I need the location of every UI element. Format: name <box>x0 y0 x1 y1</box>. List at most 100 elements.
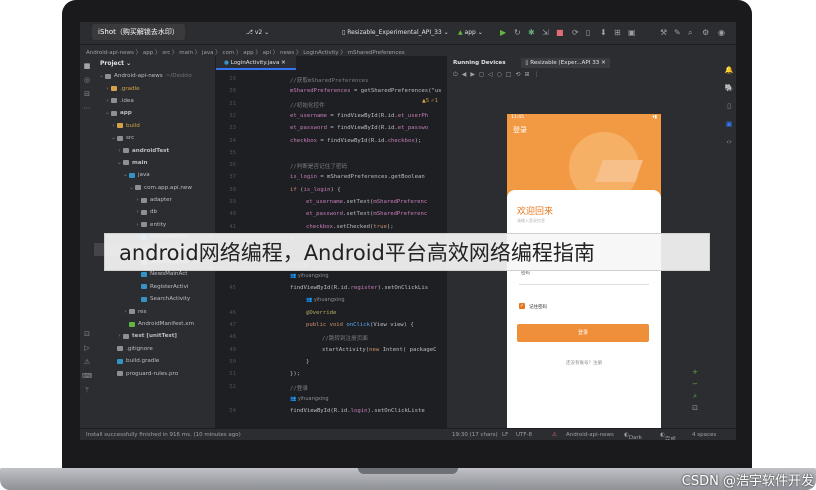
debug-icon[interactable]: ✱ <box>528 28 535 37</box>
remember-checkbox[interactable]: ✓ <box>519 303 525 309</box>
tree-twisty-icon[interactable]: › <box>110 123 117 129</box>
code-line[interactable]: 40 et_password.setText(mSharedPreferenc <box>216 211 446 223</box>
code-line[interactable]: 49 startActivity(new Intent( packageC <box>216 347 446 359</box>
line-number[interactable]: 30 <box>222 88 236 94</box>
line-number[interactable]: 51 <box>222 371 236 377</box>
code-tool-icon[interactable]: ‹› <box>722 138 736 146</box>
line-number[interactable]: 52 <box>222 384 236 390</box>
tree-item[interactable]: SearchActivity <box>94 293 215 305</box>
tree-twisty-icon[interactable]: › <box>134 222 141 228</box>
code-line[interactable]: 32 et_username = findViewById(R.id.et_use… <box>216 113 446 125</box>
logcat-icon[interactable]: ▣ <box>628 28 636 37</box>
build-icon[interactable]: ⚒ <box>660 28 667 37</box>
code-line[interactable]: 48 //跳转到注册页面 <box>216 334 446 346</box>
commit-tool-icon[interactable]: ◎ <box>80 76 94 84</box>
zoom-actual-icon[interactable]: ⌕ <box>692 390 698 402</box>
line-number[interactable]: 36 <box>222 162 236 168</box>
settings-icon[interactable]: ⚙ <box>702 28 709 37</box>
tree-item[interactable]: ⌄ java <box>94 169 215 181</box>
indent-setting[interactable]: 4 spaces <box>692 432 716 438</box>
tree-item[interactable]: proguard-rules.pro <box>94 367 215 379</box>
stop-icon[interactable]: ■ <box>556 28 564 37</box>
code-line[interactable]: 45 findViewById(R.id.register).setOnClick… <box>216 285 446 297</box>
line-number[interactable]: 50 <box>222 359 236 365</box>
tree-twisty-icon[interactable]: › <box>104 86 111 92</box>
vcs-branch[interactable]: ⎇ v2 ⌄ <box>246 29 269 36</box>
code-line[interactable]: 35 <box>216 150 446 162</box>
tree-item[interactable]: › db <box>94 206 215 218</box>
tree-twisty-icon[interactable]: › <box>134 209 141 215</box>
zoom-fit-icon[interactable]: ⊡ <box>692 402 698 414</box>
structure-tool-icon[interactable]: ⊟ <box>80 90 94 98</box>
run-icon[interactable]: ▶ <box>500 28 506 37</box>
tree-twisty-icon[interactable]: ⌄ <box>104 110 111 116</box>
more-tools-icon[interactable]: ⋯ <box>80 104 94 112</box>
tree-twisty-icon[interactable]: ⌄ <box>98 73 105 79</box>
rerun-icon[interactable]: ↻ <box>514 28 521 37</box>
editor-tab[interactable]: ● LoginActivity.java ✕ <box>216 56 296 70</box>
tree-item[interactable]: RegisterActivi <box>94 281 215 293</box>
device-selector[interactable]: ▯ Resizable_Experimental_API_33 ⌄ <box>342 29 449 36</box>
tree-item[interactable]: build.gradle <box>94 355 215 367</box>
tree-twisty-icon[interactable]: › <box>116 333 123 339</box>
device-explorer-icon[interactable]: ▯ <box>722 102 736 110</box>
code-line[interactable]: 38 if (is_login) { <box>216 187 446 199</box>
resource-manager-icon[interactable]: ⊡ <box>80 330 94 338</box>
code-line[interactable]: 51}); <box>216 371 446 383</box>
code-line[interactable]: 39 et_username.setText(mSharedPreferenc <box>216 199 446 211</box>
tools-icon[interactable]: ✎ <box>674 28 681 37</box>
tree-item[interactable]: › res <box>94 305 215 317</box>
tree-item[interactable]: › entity <box>94 219 215 231</box>
zoom-out-icon[interactable]: − <box>692 378 698 390</box>
project-panel-header[interactable]: Project ⌄ <box>94 56 215 70</box>
run-config-selector[interactable]: ▲ app ⌄ <box>458 29 483 36</box>
tree-item[interactable]: .gitignore <box>94 343 215 355</box>
running-devices-icon[interactable]: ▣ <box>722 120 736 128</box>
tree-item[interactable]: ⌄ main <box>94 157 215 169</box>
tree-item[interactable]: AndroidManifest.xm <box>94 318 215 330</box>
line-number[interactable]: 29 <box>222 76 236 82</box>
tree-twisty-icon[interactable]: ⌄ <box>110 135 117 141</box>
sdk-manager-icon[interactable]: ⬇ <box>600 28 607 37</box>
tree-item[interactable]: › androidTest <box>94 144 215 156</box>
code-line[interactable]: 30 mSharedPreferences = getSharedPreferen… <box>216 88 446 100</box>
tree-item[interactable]: ⌄ app <box>94 107 215 119</box>
tree-twisty-icon[interactable]: › <box>104 98 111 104</box>
tree-twisty-icon[interactable]: ⌄ <box>116 160 123 166</box>
line-number[interactable]: 45 <box>222 285 236 291</box>
code-line[interactable]: 52 //登录 <box>216 384 446 396</box>
code-line[interactable]: 31 //初始化控件 <box>216 101 446 113</box>
line-number[interactable]: 34 <box>222 138 236 144</box>
code-line[interactable]: 50} <box>216 359 446 371</box>
line-number[interactable]: 48 <box>222 334 236 340</box>
code-line[interactable]: 33 et_password = findViewById(R.id.et_pas… <box>216 125 446 137</box>
tree-item[interactable]: › build <box>94 120 215 132</box>
search-icon[interactable]: ⌕ <box>688 28 692 38</box>
device-tab[interactable]: ▯ Resizable (Exper...API 33 ✕ <box>521 58 610 68</box>
ime-indicator[interactable]: ◐ 完成 <box>660 432 676 440</box>
line-number[interactable]: 32 <box>222 113 236 119</box>
register-link[interactable]: 还没有账号？注册 <box>507 360 661 366</box>
tree-twisty-icon[interactable]: ⌄ <box>122 172 129 178</box>
line-number[interactable]: 54 <box>222 408 236 414</box>
line-number[interactable]: 37 <box>222 174 236 180</box>
git-tool-icon[interactable]: ᛘ <box>80 386 94 394</box>
code-line[interactable]: 👥 yihuangxing <box>216 396 446 408</box>
status-message[interactable]: Install successfully finished in 916 ms.… <box>86 432 241 438</box>
login-button[interactable]: 登录 <box>517 324 649 342</box>
code-line[interactable]: 29 //获取mSharedPreferences <box>216 76 446 88</box>
line-number[interactable]: 38 <box>222 187 236 193</box>
tree-item[interactable]: › adapter <box>94 194 215 206</box>
code-line[interactable]: 👥 yihuangxing <box>216 297 446 309</box>
notifications-icon[interactable]: ◉ <box>718 28 725 37</box>
breadcrumb[interactable]: Android-api-news 〉 app 〉 src 〉 main 〉 ja… <box>80 44 736 56</box>
tree-item[interactable]: ⌄ com.app.api.new <box>94 182 215 194</box>
line-number[interactable]: 33 <box>222 125 236 131</box>
tree-twisty-icon[interactable]: › <box>116 148 123 154</box>
line-number[interactable]: 46 <box>222 310 236 316</box>
code-line[interactable]: 46 @Override <box>216 310 446 322</box>
tree-item[interactable]: › test [unitTest] <box>94 330 215 342</box>
inspect-icon[interactable]: ⊞ <box>614 28 621 37</box>
file-encoding[interactable]: UTF-8 <box>516 432 532 438</box>
tree-item[interactable]: › .gradle <box>94 82 215 94</box>
